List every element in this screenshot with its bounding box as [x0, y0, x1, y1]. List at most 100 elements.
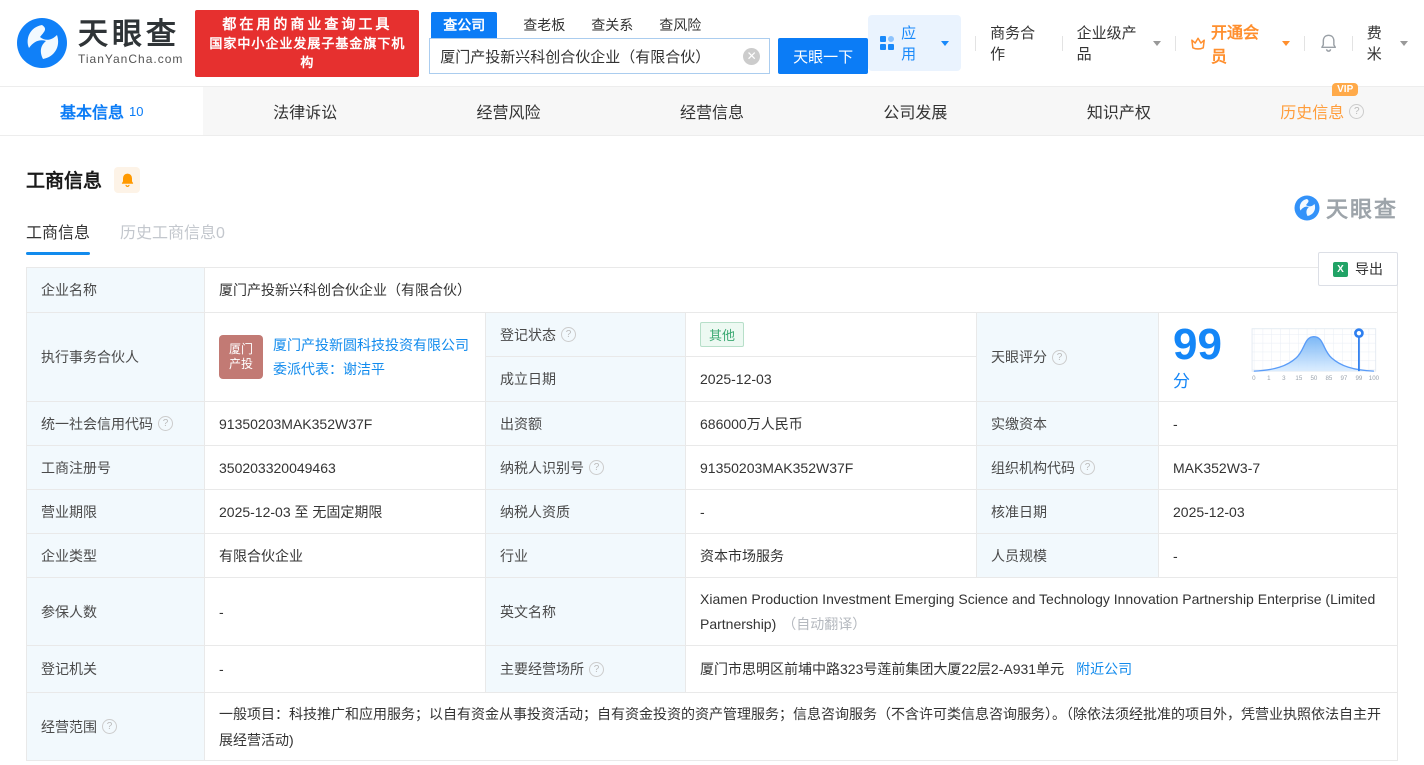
monitor-bell-button[interactable]: [114, 166, 141, 193]
approval-date-label: 核准日期: [977, 490, 1159, 534]
tab-basic-info[interactable]: 基本信息 10: [0, 87, 204, 135]
reg-number-label: 工商注册号: [27, 446, 205, 490]
help-icon[interactable]: ?: [561, 327, 576, 342]
tianyancha-logo[interactable]: 天眼查 TianYanCha.com: [16, 17, 183, 69]
delegate-representative-link[interactable]: 委派代表：谢洁平: [273, 359, 469, 379]
search-tab-relation[interactable]: 查关系: [591, 12, 633, 38]
registration-status-label: 登记状态 ?: [486, 313, 686, 357]
tianyancha-watermark-icon: [1294, 195, 1320, 221]
apps-menu-button[interactable]: 应用: [868, 15, 962, 71]
main-tabstrip: 基本信息 10 法律诉讼 经营风险 经营信息 公司发展 知识产权 历史信息 VI…: [0, 83, 1424, 136]
establish-date-value: 2025-12-03: [686, 357, 977, 402]
tab-company-development[interactable]: 公司发展: [814, 87, 1017, 135]
tab-legal[interactable]: 法律诉讼: [203, 87, 406, 135]
nav-cooperation[interactable]: 商务合作: [990, 22, 1048, 64]
credit-code-value: 91350203MAK352W37F: [205, 402, 486, 446]
chevron-down-icon: [941, 40, 950, 46]
taxpayer-quality-label: 纳税人资质: [486, 490, 686, 534]
tab-operating-info[interactable]: 经营信息: [610, 87, 813, 135]
apps-grid-icon: [880, 35, 895, 51]
header-nav: 应用 商务合作 企业级产品 开通会员 费米: [868, 15, 1408, 71]
divider: [1174, 35, 1176, 51]
export-label: 导出: [1355, 261, 1383, 277]
establish-date-label: 成立日期: [486, 357, 686, 402]
search-tab-boss[interactable]: 查老板: [523, 12, 565, 38]
svg-text:100: 100: [1369, 375, 1380, 382]
tianyan-score-text: 天眼评分: [991, 349, 1047, 365]
logo-title: 天眼查: [78, 18, 180, 51]
help-icon[interactable]: ?: [158, 416, 173, 431]
search-tab-risk[interactable]: 查风险: [659, 12, 701, 38]
logo-domain: TianYanCha.com: [78, 52, 184, 66]
nav-enterprise-products[interactable]: 企业级产品: [1077, 22, 1161, 64]
partner-company-link[interactable]: 厦门产投新圆科技投资有限公司: [273, 335, 469, 355]
search-tabs: 查公司 查老板 查关系 查风险: [429, 12, 868, 38]
tab-company-development-label: 公司发展: [883, 105, 948, 122]
taxpayer-id-value: 91350203MAK352W37F: [686, 446, 977, 490]
paid-capital-value: -: [1159, 402, 1397, 446]
help-icon[interactable]: ?: [1349, 103, 1365, 119]
export-button[interactable]: X 导出: [1318, 252, 1398, 286]
open-vip-button[interactable]: 开通会员: [1190, 19, 1290, 67]
tab-history-info[interactable]: 历史信息 VIP ?: [1221, 83, 1424, 135]
tab-intellectual-property[interactable]: 知识产权: [1017, 87, 1220, 135]
notification-bell-icon[interactable]: [1319, 33, 1338, 53]
company-name-label: 企业名称: [27, 268, 205, 313]
status-badge: 其他: [700, 322, 745, 347]
tianyan-score-value: 99分 0 1 3 15 50 85 97 99 100: [1159, 313, 1397, 402]
executive-partner-label: 执行事务合伙人: [27, 313, 205, 402]
tianyan-score-label: 天眼评分 ?: [977, 313, 1159, 402]
crown-icon: [1191, 37, 1205, 50]
search-tab-company[interactable]: 查公司: [431, 12, 498, 38]
svg-text:1: 1: [1267, 375, 1271, 382]
apps-label: 应用: [901, 25, 917, 63]
divider: [975, 35, 977, 51]
score-marker-pin: [1354, 328, 1365, 339]
credit-code-label: 统一社会信用代码?: [27, 402, 205, 446]
contribution-value: 686000万人民币: [686, 402, 977, 446]
english-name-value: Xiamen Production Investment Emerging Sc…: [686, 578, 1397, 646]
chevron-down-icon: [1281, 40, 1290, 46]
business-scope-value: 一般项目：科技推广和应用服务；以自有资金从事投资活动；自有资金投资的资产管理服务…: [219, 706, 1381, 748]
org-code-value: MAK352W3-7: [1159, 446, 1397, 490]
partner-avatar[interactable]: 厦门 产投: [219, 335, 263, 379]
promo-banner: 都在用的商业查询工具 国家中小企业发展子基金旗下机构: [195, 9, 420, 77]
subtab-history-business-info[interactable]: 历史工商信息0: [120, 219, 225, 255]
tab-operating-risk[interactable]: 经营风险: [407, 87, 610, 135]
help-icon[interactable]: ?: [1080, 460, 1095, 475]
subtab-business-info[interactable]: 工商信息: [26, 219, 91, 255]
business-info-table: 企业名称 厦门产投新兴科创合伙企业（有限合伙） 执行事务合伙人 厦门 产投 厦门…: [26, 267, 1398, 761]
registration-status-text: 登记状态: [500, 326, 556, 343]
divider: [1061, 35, 1063, 51]
help-icon[interactable]: ?: [589, 460, 604, 475]
watermark-text: 天眼查: [1325, 197, 1398, 222]
tab-legal-label: 法律诉讼: [273, 105, 338, 122]
excel-icon: X: [1333, 261, 1348, 277]
watermark-logo: 天眼查: [1294, 192, 1398, 224]
business-place-value: 厦门市思明区前埔中路323号莲前集团大厦22层2-A931单元 附近公司: [686, 646, 1397, 693]
industry-label: 行业: [486, 534, 686, 578]
paid-capital-label: 实缴资本: [977, 402, 1159, 446]
divider: [1351, 35, 1353, 51]
section-title: 工商信息: [26, 171, 103, 192]
search-input[interactable]: [429, 38, 771, 74]
executive-partner-cell: 厦门 产投 厦门产投新圆科技投资有限公司 委派代表：谢洁平: [205, 313, 486, 402]
help-icon[interactable]: ?: [1052, 349, 1067, 365]
clear-search-icon[interactable]: ✕: [743, 48, 761, 65]
registration-status-value: 其他: [686, 313, 977, 357]
tab-operating-risk-label: 经营风险: [476, 105, 541, 122]
help-icon[interactable]: ?: [589, 661, 604, 677]
search-block: 查公司 查老板 查关系 查风险 ✕ 天眼一下: [429, 12, 869, 74]
tab-intellectual-property-label: 知识产权: [1086, 105, 1151, 122]
score-unit: 分: [1173, 371, 1190, 391]
business-scope-text: 经营范围: [41, 718, 97, 735]
svg-text:97: 97: [1341, 375, 1348, 382]
avatar-line1: 厦门: [228, 342, 253, 356]
tianyancha-logo-icon: [17, 18, 67, 68]
svg-text:3: 3: [1282, 375, 1286, 382]
search-button[interactable]: 天眼一下: [778, 38, 869, 74]
help-icon[interactable]: ?: [102, 719, 117, 734]
nearby-companies-link[interactable]: 附近公司: [1076, 659, 1132, 679]
company-type-value: 有限合伙企业: [205, 534, 486, 578]
user-menu[interactable]: 费米: [1367, 22, 1408, 64]
